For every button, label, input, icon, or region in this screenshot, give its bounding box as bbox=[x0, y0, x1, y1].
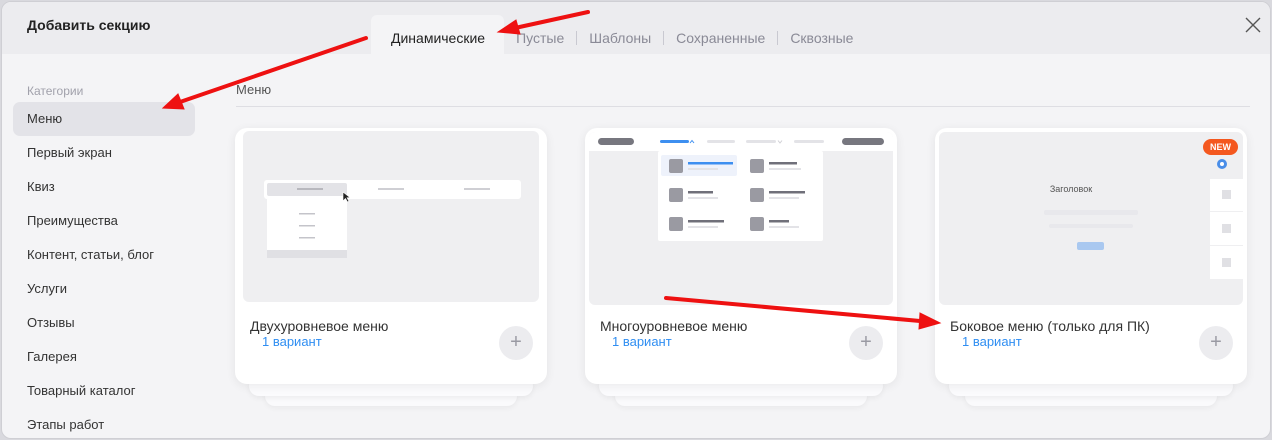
preview-heading: Заголовок bbox=[1049, 184, 1093, 194]
tab-templates[interactable]: Шаблоны bbox=[577, 15, 663, 54]
card-title: Двухуровневое меню bbox=[250, 318, 389, 334]
template-preview bbox=[589, 132, 893, 305]
template-card[interactable]: Двухуровневое меню 1 вариант + bbox=[235, 128, 547, 384]
two-level-menu-preview-image bbox=[264, 180, 521, 258]
modal-header: Добавить секцию Динамические Пустые Шабл… bbox=[2, 2, 1270, 54]
template-card[interactable]: Многоуровневое меню 1 вариант + bbox=[585, 128, 897, 384]
template-preview: Заголовок bbox=[939, 132, 1243, 305]
add-section-button[interactable]: + bbox=[849, 326, 883, 360]
card-title: Многоуровневое меню bbox=[600, 318, 748, 334]
close-button[interactable] bbox=[1242, 14, 1264, 36]
template-card-multi-level: Многоуровневое меню 1 вариант + bbox=[585, 128, 897, 406]
sidebar-item-reviews[interactable]: Отзывы bbox=[13, 306, 195, 340]
sidebar-item-benefits[interactable]: Преимущества bbox=[13, 204, 195, 238]
sidebar-item-menu[interactable]: Меню bbox=[13, 102, 195, 136]
new-badge: NEW bbox=[1203, 139, 1238, 155]
close-icon bbox=[1245, 17, 1261, 33]
category-sidebar: Категории Меню Первый экран Квиз Преимущ… bbox=[13, 80, 195, 438]
tab-bar: Динамические Пустые Шаблоны Сохраненные … bbox=[371, 15, 865, 54]
card-variant-link[interactable]: 1 вариант bbox=[612, 334, 672, 349]
add-section-button[interactable]: + bbox=[499, 326, 533, 360]
card-variant-link[interactable]: 1 вариант bbox=[262, 334, 322, 349]
sidebar-item-quiz[interactable]: Квиз bbox=[13, 170, 195, 204]
sidebar-item-content[interactable]: Контент, статьи, блог bbox=[13, 238, 195, 272]
card-title: Боковое меню (только для ПК) bbox=[950, 318, 1150, 334]
section-divider bbox=[236, 106, 1250, 107]
card-variant-link[interactable]: 1 вариант bbox=[962, 334, 1022, 349]
add-section-button[interactable]: + bbox=[1199, 326, 1233, 360]
sidebar-item-catalog[interactable]: Товарный каталог bbox=[13, 374, 195, 408]
section-title: Меню bbox=[236, 82, 272, 97]
add-section-modal: Добавить секцию Динамические Пустые Шабл… bbox=[1, 1, 1271, 439]
sidebar-heading: Категории bbox=[27, 84, 84, 98]
sidebar-item-hero[interactable]: Первый экран bbox=[13, 136, 195, 170]
plus-icon: + bbox=[510, 331, 522, 353]
tab-empty[interactable]: Пустые bbox=[504, 15, 576, 54]
side-menu-preview-image bbox=[1044, 159, 1243, 279]
plus-icon: + bbox=[860, 331, 872, 353]
plus-icon: + bbox=[1210, 331, 1222, 353]
tab-global[interactable]: Сквозные bbox=[778, 15, 865, 54]
multi-level-menu-preview-image bbox=[589, 132, 893, 241]
template-card[interactable]: Заголовок NEW Боковое меню (только для П… bbox=[935, 128, 1247, 384]
tab-dynamic[interactable]: Динамические bbox=[371, 15, 505, 54]
modal-title: Добавить секцию bbox=[27, 17, 151, 33]
template-card-two-level: Двухуровневое меню 1 вариант + bbox=[235, 128, 547, 406]
tab-saved[interactable]: Сохраненные bbox=[664, 15, 777, 54]
template-preview bbox=[243, 131, 539, 302]
sidebar-item-stages[interactable]: Этапы работ bbox=[13, 408, 195, 438]
sidebar-item-gallery[interactable]: Галерея bbox=[13, 340, 195, 374]
sidebar-item-services[interactable]: Услуги bbox=[13, 272, 195, 306]
template-card-side-menu: Заголовок NEW Боковое меню (только для П… bbox=[935, 128, 1247, 406]
